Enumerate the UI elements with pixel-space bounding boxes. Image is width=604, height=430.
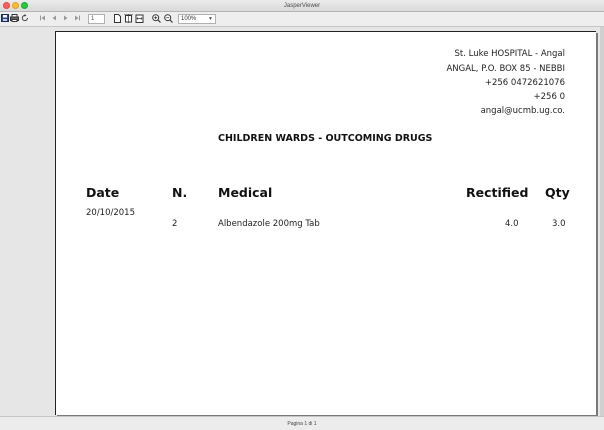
save-icon[interactable] — [1, 14, 9, 24]
row-number: 2 — [172, 219, 178, 229]
fit-width-icon[interactable] — [135, 14, 144, 24]
hospital-name: St. Luke HOSPITAL - Angal — [454, 49, 566, 59]
print-icon[interactable] — [10, 14, 19, 24]
last-page-icon[interactable] — [74, 14, 81, 24]
zoom-value: 100% — [181, 16, 197, 22]
status-bar: Pagina 1 di 1 — [0, 416, 604, 430]
report-title: CHILDREN WARDS - OUTCOMING DRUGS — [218, 133, 433, 144]
column-header-date: Date — [86, 185, 120, 200]
row-qty: 3.0 — [552, 219, 566, 229]
row-date: 20/10/2015 — [86, 208, 135, 218]
column-header-qty: Qty — [545, 185, 570, 200]
reload-icon[interactable] — [21, 14, 29, 24]
toolbar: 1 100% ▼ — [0, 12, 604, 27]
page-indicator: Pagina 1 di 1 — [287, 421, 317, 427]
row-rectified: 4.0 — [505, 219, 519, 229]
row-medical: Albendazole 200mg Tab — [218, 219, 320, 229]
page-number-input[interactable]: 1 — [88, 14, 105, 24]
actual-size-icon[interactable] — [114, 14, 121, 24]
report-viewer[interactable]: St. Luke HOSPITAL - Angal ANGAL, P.O. BO… — [0, 27, 604, 416]
fit-page-icon[interactable] — [124, 14, 133, 24]
first-page-icon[interactable] — [39, 14, 46, 24]
hospital-fax: +256 0 — [533, 92, 565, 102]
chevron-down-icon: ▼ — [208, 16, 213, 22]
next-page-icon[interactable] — [63, 14, 69, 24]
report-page: St. Luke HOSPITAL - Angal ANGAL, P.O. BO… — [55, 31, 596, 415]
window-title: JasperViewer — [283, 3, 321, 9]
vertical-scrollbar[interactable] — [600, 27, 604, 416]
hospital-email: angal@ucmb.ug.co. — [480, 106, 565, 116]
previous-page-icon[interactable] — [51, 14, 57, 24]
column-header-medical: Medical — [218, 185, 273, 200]
title-bar: JasperViewer — [0, 0, 604, 12]
zoom-out-icon[interactable] — [164, 14, 173, 24]
hospital-phone: +256 0472621076 — [484, 78, 565, 88]
column-header-number: N. — [172, 185, 188, 200]
zoom-in-icon[interactable] — [152, 14, 161, 24]
hospital-address: ANGAL, P.O. BOX 85 - NEBBI — [446, 64, 565, 74]
column-header-rectified: Rectified — [466, 185, 529, 200]
zoom-select[interactable]: 100% ▼ — [178, 14, 216, 24]
